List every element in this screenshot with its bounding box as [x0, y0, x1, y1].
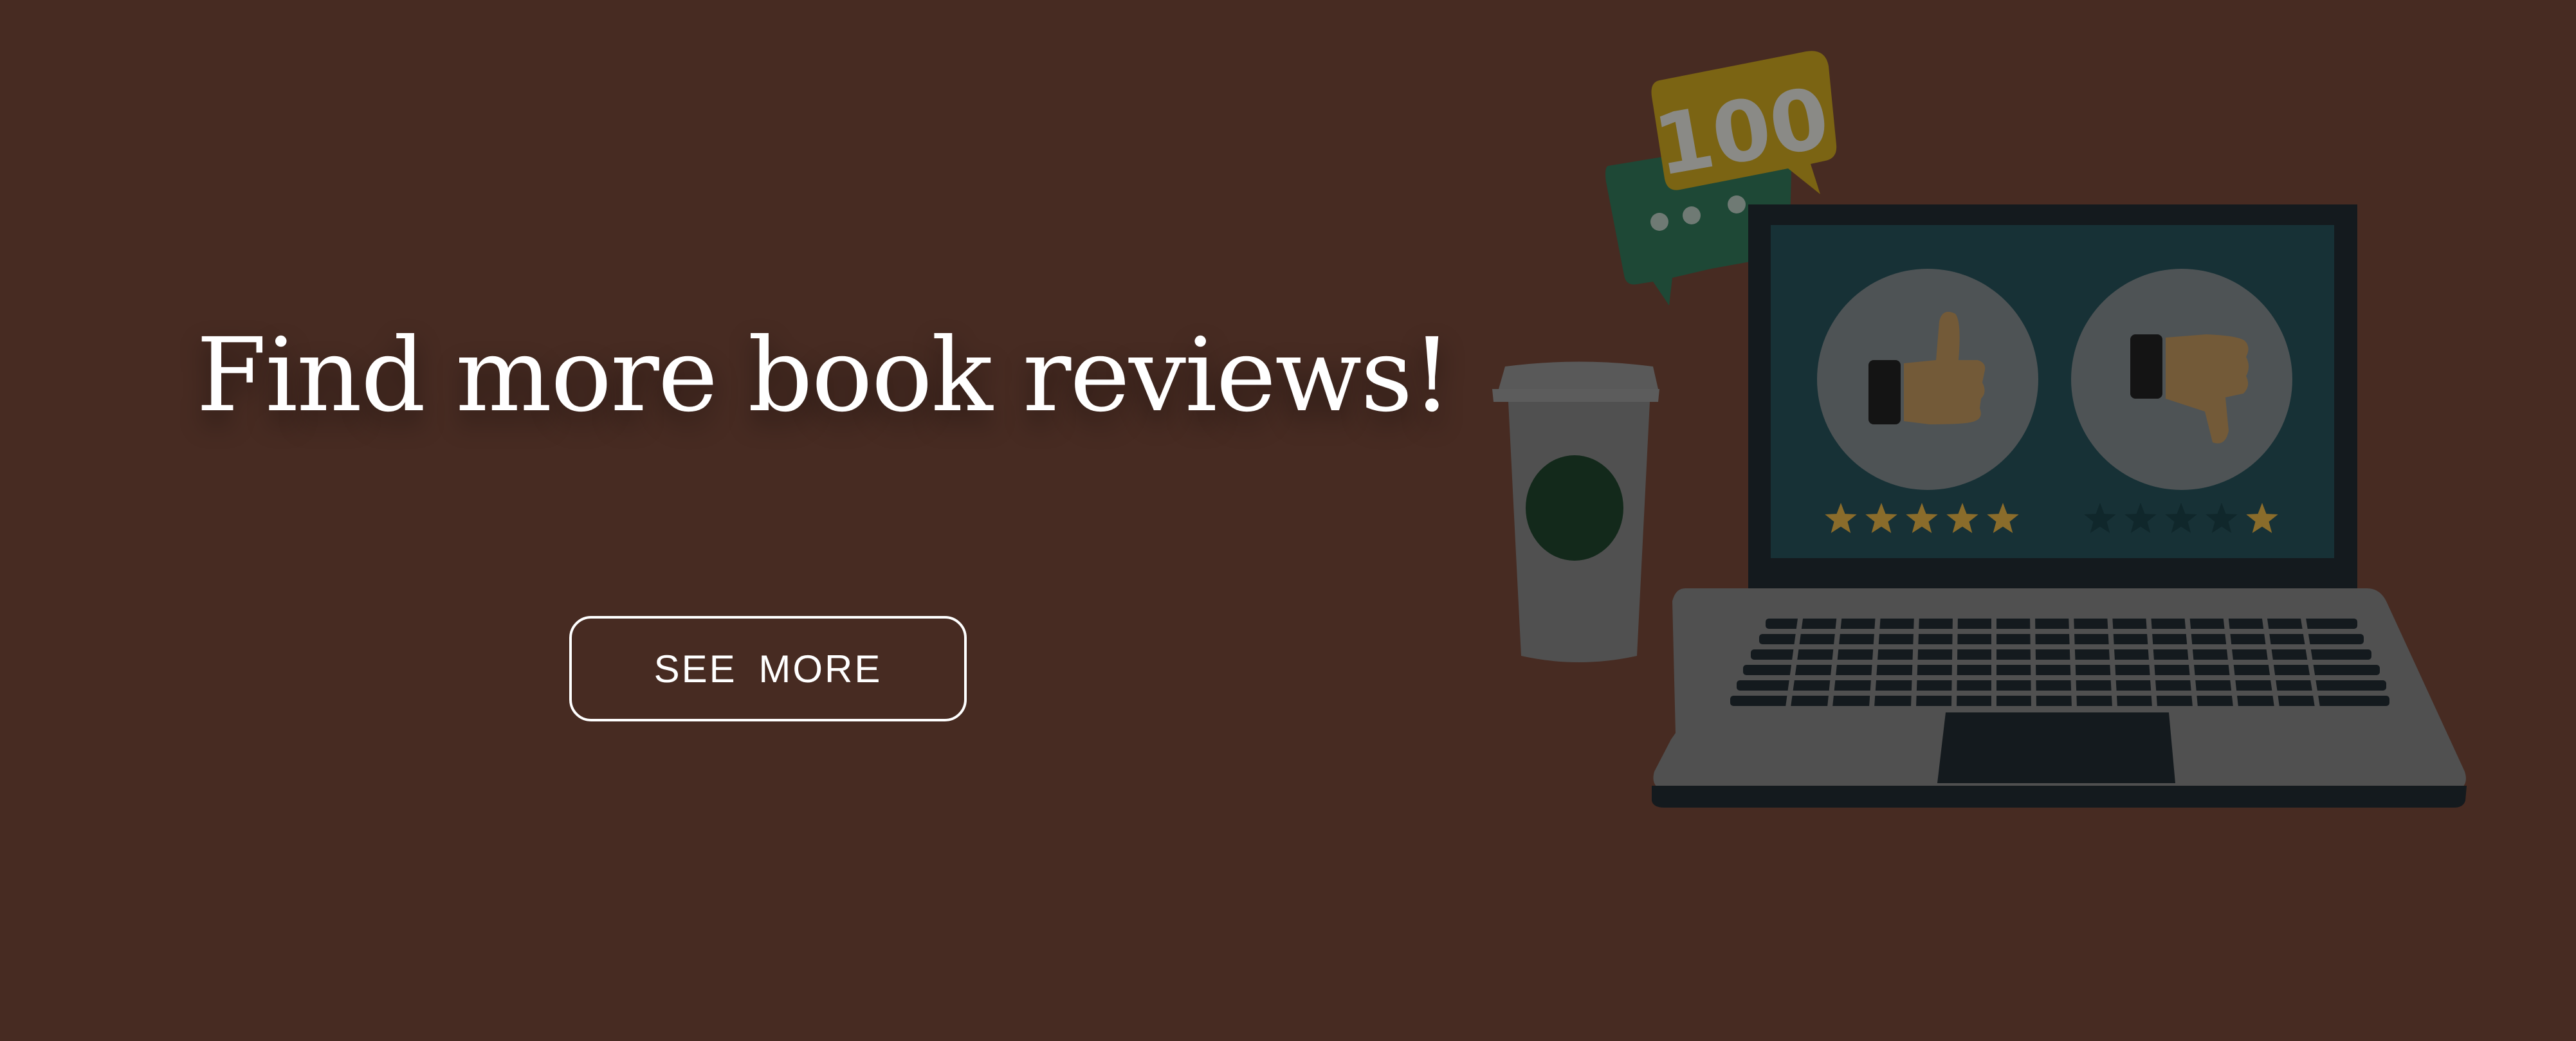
coffee-cup-icon	[1492, 361, 1659, 662]
touchpad	[1937, 712, 2175, 783]
laptop-icon	[1652, 204, 2467, 808]
reviews-illustration: 100	[1492, 51, 2467, 808]
score-badge: 100	[1647, 51, 1837, 195]
promo-banner: Find more book reviews! SEE MORE 100	[0, 0, 2576, 1041]
